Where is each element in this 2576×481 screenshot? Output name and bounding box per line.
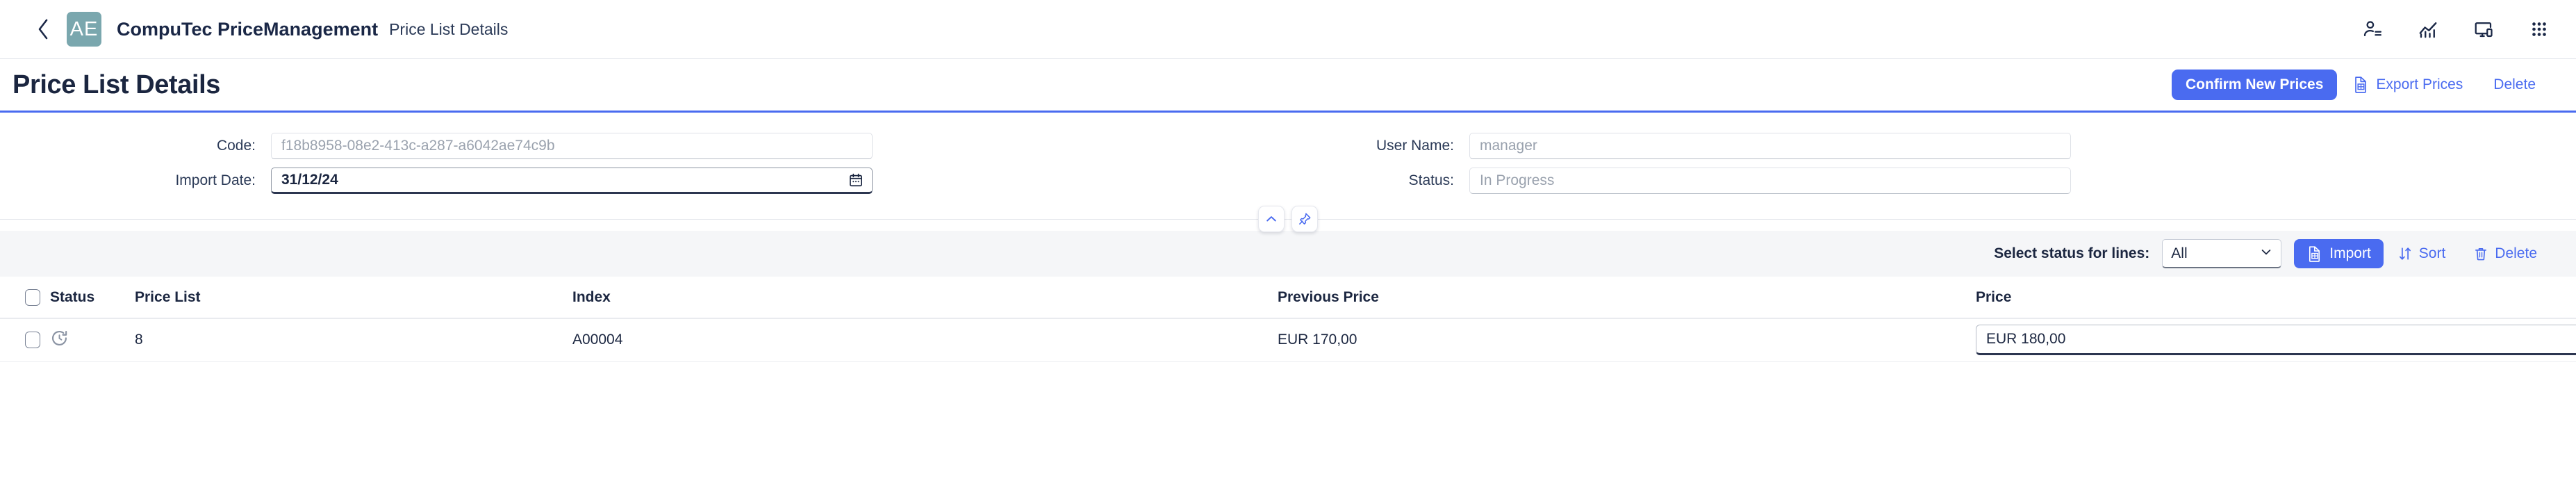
field-status-label: Status:	[1408, 172, 1454, 188]
delete-lines-label: Delete	[2495, 245, 2537, 261]
row-select-checkbox[interactable]	[25, 332, 40, 349]
trash-icon	[2475, 248, 2487, 261]
row-previous-price: EUR 170,00	[1278, 318, 1976, 362]
confirm-new-prices-button[interactable]: Confirm New Prices	[2172, 70, 2338, 100]
field-user-name-value[interactable]: manager	[1469, 133, 2071, 159]
spreadsheet-import-icon	[2309, 245, 2320, 262]
header-previous-price[interactable]: Previous Price	[1278, 277, 1976, 319]
row-price-input[interactable]	[1976, 325, 2576, 356]
field-import-date: Import Date: 31/12/24	[0, 167, 1063, 195]
table-header-row: Status Price List Index Previous Price P…	[0, 277, 2576, 319]
monitor-device-icon[interactable]	[2472, 17, 2495, 41]
shell-icon-group	[2361, 17, 2551, 41]
row-status-cell	[50, 318, 135, 362]
form-column-left: Code: f18b8958-08e2-413c-a287-a6042ae74c…	[0, 132, 1063, 195]
breadcrumb: Price List Details	[389, 19, 509, 38]
field-status-value[interactable]: In Progress	[1469, 168, 2071, 194]
row-price-list: 8	[135, 318, 572, 362]
header-select-all	[0, 277, 50, 319]
header-index[interactable]: Index	[572, 277, 1278, 319]
field-user-name-label: User Name:	[1376, 138, 1454, 154]
sort-button[interactable]: Sort	[2384, 239, 2460, 268]
sort-arrows-icon	[2399, 247, 2411, 260]
field-code-value[interactable]: f18b8958-08e2-413c-a287-a6042ae74c9b	[271, 133, 873, 159]
shell-bar: AE CompuTec PriceManagement Price List D…	[0, 0, 2576, 58]
import-button[interactable]: Import	[2294, 239, 2384, 268]
row-price-cell	[1976, 318, 2576, 362]
in-progress-circle-icon	[50, 329, 69, 348]
table-toolbar: Select status for lines: All Import Sort…	[0, 231, 2576, 277]
pin-icon	[1299, 213, 1311, 225]
chevron-up-icon	[1266, 216, 1276, 222]
details-form: Code: f18b8958-08e2-413c-a287-a6042ae74c…	[0, 113, 2576, 207]
collapse-section-button[interactable]	[1258, 206, 1285, 232]
field-import-date-value: 31/12/24	[281, 172, 338, 188]
row-index: A00004	[572, 318, 1278, 362]
field-import-date-label: Import Date:	[175, 172, 256, 188]
table-toolbar-actions: Select status for lines: All Import Sort…	[1994, 239, 2551, 268]
field-code: Code: f18b8958-08e2-413c-a287-a6042ae74c…	[0, 132, 1063, 160]
spreadsheet-export-icon	[2355, 76, 2367, 93]
table-row[interactable]: 8 A00004 EUR 170,00 5.88 %	[0, 318, 2576, 362]
select-all-checkbox[interactable]	[25, 288, 40, 306]
form-column-right: User Name: manager Status: In Progress	[1063, 132, 2105, 195]
chevron-left-icon	[38, 19, 48, 40]
page-title: Price List Details	[13, 70, 221, 99]
calendar-icon[interactable]	[848, 172, 864, 188]
header-price-list[interactable]: Price List	[135, 277, 572, 319]
sort-button-label: Sort	[2418, 245, 2446, 261]
price-lines-table: Status Price List Index Previous Price P…	[0, 277, 2576, 362]
status-filter-wrapper: All	[2162, 239, 2282, 268]
field-code-label: Code:	[216, 138, 256, 154]
field-user-name: User Name: manager	[1063, 132, 2105, 160]
delete-lines-button[interactable]: Delete	[2459, 239, 2551, 268]
table-body: 8 A00004 EUR 170,00 5.88 %	[0, 318, 2576, 362]
status-filter-label: Select status for lines:	[1994, 245, 2150, 261]
field-import-date-input[interactable]: 31/12/24	[271, 168, 873, 194]
page-title-bar: Price List Details Confirm New Prices Ex…	[0, 59, 2576, 111]
header-status[interactable]: Status	[50, 277, 135, 319]
export-prices-label: Export Prices	[2376, 76, 2463, 92]
header-price[interactable]: Price	[1976, 277, 2576, 319]
table-head: Status Price List Index Previous Price P…	[0, 277, 2576, 319]
pin-section-button[interactable]	[1291, 206, 1318, 232]
field-status: Status: In Progress	[1063, 167, 2105, 195]
status-filter-select[interactable]: All	[2162, 239, 2282, 268]
row-select-cell	[0, 318, 50, 362]
import-button-label: Import	[2329, 245, 2371, 261]
delete-price-list-button[interactable]: Delete	[2478, 70, 2551, 100]
splitter-buttons	[1258, 206, 1318, 232]
section-splitter	[0, 206, 2576, 232]
app-logo: AE	[67, 12, 101, 47]
page-actions: Confirm New Prices Export Prices Delete	[2172, 70, 2551, 100]
user-settings-icon[interactable]	[2361, 17, 2384, 41]
export-prices-button[interactable]: Export Prices	[2337, 70, 2478, 100]
app-grid-icon[interactable]	[2527, 17, 2551, 41]
app-title: CompuTec PriceManagement	[117, 18, 379, 40]
analytics-chart-icon[interactable]	[2416, 17, 2440, 41]
back-button[interactable]	[28, 14, 58, 44]
